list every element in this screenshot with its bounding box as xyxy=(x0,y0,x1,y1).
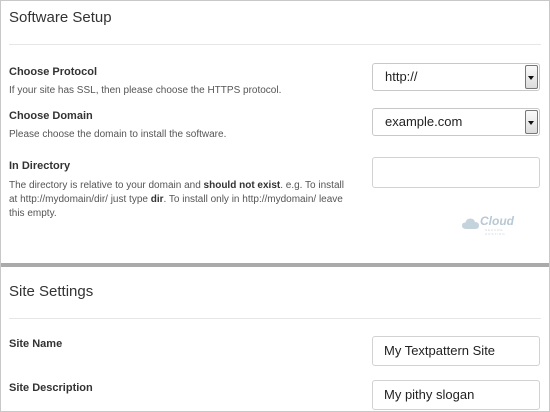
chevron-down-icon[interactable] xyxy=(525,110,538,134)
domain-label: Choose Domain xyxy=(9,110,93,122)
directory-description: The directory is relative to your domain… xyxy=(9,179,354,221)
site-settings-divider xyxy=(9,318,541,319)
section-divider xyxy=(1,263,549,267)
site-description-label: Site Description xyxy=(9,382,93,394)
directory-input[interactable] xyxy=(372,157,540,188)
domain-description: Please choose the domain to install the … xyxy=(9,129,227,140)
directory-desc-text: The directory is relative to your domain… xyxy=(9,180,204,191)
watermark-subtext: SECURE HOSTING xyxy=(485,228,506,236)
domain-select-value: example.com xyxy=(385,114,463,129)
site-name-input[interactable]: My Textpattern Site xyxy=(372,336,540,366)
chevron-down-icon[interactable] xyxy=(525,65,538,89)
protocol-description: If your site has SSL, then please choose… xyxy=(9,85,282,96)
cloud-watermark: Cloud SECURE HOSTING xyxy=(461,214,521,236)
domain-select[interactable]: example.com xyxy=(372,108,540,136)
protocol-select-value: http:// xyxy=(385,69,418,84)
directory-desc-emphasis: should not exist xyxy=(203,180,281,191)
cloud-icon xyxy=(462,218,479,229)
site-name-label: Site Name xyxy=(9,338,63,350)
software-setup-divider xyxy=(9,44,541,45)
protocol-label: Choose Protocol xyxy=(9,66,98,78)
software-setup-title: Software Setup xyxy=(9,9,112,26)
directory-desc-emphasis: dir xyxy=(150,194,164,205)
install-form-panel: Software Setup Choose Protocol If your s… xyxy=(0,0,550,412)
site-settings-title: Site Settings xyxy=(9,283,94,300)
directory-label: In Directory xyxy=(9,160,71,172)
protocol-select[interactable]: http:// xyxy=(372,63,540,91)
watermark-text: Cloud xyxy=(480,214,514,228)
site-description-input[interactable]: My pithy slogan xyxy=(372,380,540,410)
